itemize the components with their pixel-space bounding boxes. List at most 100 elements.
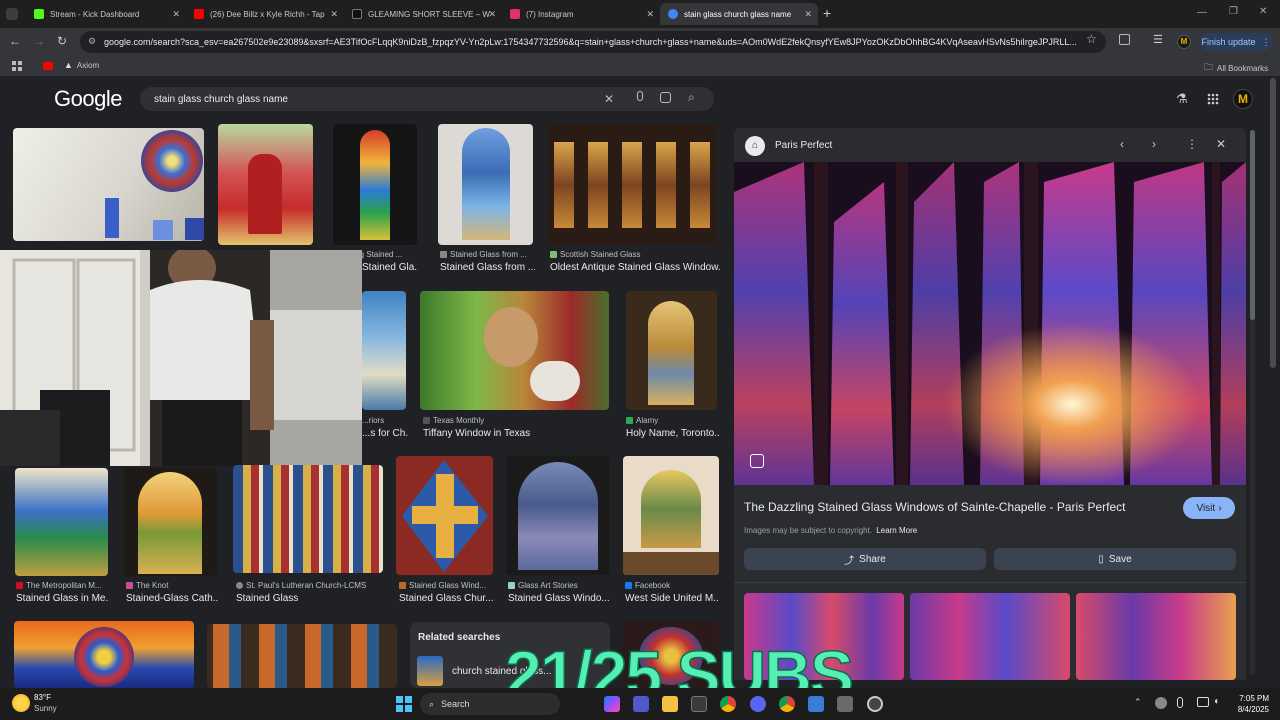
more-options-icon[interactable]: ⋮ <box>1186 137 1198 151</box>
extensions-icon[interactable] <box>1119 34 1130 45</box>
youtube-bookmark-icon[interactable] <box>43 62 53 70</box>
result-source[interactable]: St. Paul's Lutheran Church-LCMS <box>236 581 384 590</box>
temperature[interactable]: 83°F <box>34 693 51 702</box>
volume-icon[interactable]: ◖ <box>1213 696 1219 707</box>
page-scrollbar-thumb[interactable] <box>1270 78 1276 368</box>
search-input[interactable]: stain glass church glass name <box>154 94 288 105</box>
tab-youtube[interactable]: (26) Dee Billz x Kyle Richh - Tap ✕ <box>186 3 344 25</box>
panel-site-name[interactable]: Paris Perfect <box>775 140 832 151</box>
close-icon[interactable]: ✕ <box>804 9 812 20</box>
next-arrow-icon[interactable]: › <box>1152 137 1156 151</box>
clear-search-icon[interactable]: ✕ <box>604 92 614 106</box>
teams-icon[interactable] <box>633 696 649 712</box>
google-apps-icon[interactable] <box>1207 93 1219 105</box>
close-icon[interactable]: ✕ <box>330 9 338 20</box>
result-image-13[interactable] <box>506 456 609 575</box>
result-image-10[interactable] <box>124 468 217 576</box>
tab-kick[interactable]: Stream - Kick Dashboard ✕ <box>26 3 186 25</box>
chrome-profile-icon[interactable] <box>779 696 795 712</box>
result-title[interactable]: Stained Gla... <box>362 262 418 273</box>
store-icon[interactable] <box>691 696 707 712</box>
calculator-icon[interactable] <box>837 696 853 712</box>
result-title[interactable]: Holy Name, Toronto... <box>626 428 720 439</box>
taskbar-search-box[interactable]: ⌕ Search <box>420 693 560 715</box>
result-source[interactable]: Facebook <box>625 581 719 590</box>
minimize-button[interactable]: — <box>1197 7 1207 18</box>
result-image-3[interactable] <box>333 124 417 245</box>
result-image-15[interactable] <box>14 621 194 688</box>
obs-icon[interactable] <box>867 696 883 712</box>
result-title[interactable]: Stained Glass <box>236 593 384 604</box>
result-title[interactable]: West Side United M... <box>625 593 719 604</box>
result-source[interactable]: Alamy <box>626 416 720 425</box>
url-bar[interactable]: ⚙ google.com/search?sca_esv=ea267502e9e2… <box>80 31 1106 53</box>
close-icon[interactable]: ✕ <box>646 9 654 20</box>
result-title[interactable]: Stained Glass in Me... <box>16 593 108 604</box>
result-title[interactable]: Oldest Antique Stained Glass Window... <box>550 262 720 273</box>
panel-scrollbar-thumb[interactable] <box>1250 130 1255 320</box>
bookmark-star-icon[interactable]: ☆ <box>1086 32 1097 46</box>
panel-scrollbar-track[interactable] <box>1250 130 1255 675</box>
close-icon[interactable]: ✕ <box>488 9 496 20</box>
google-logo[interactable]: Google <box>54 86 122 112</box>
copilot-icon[interactable] <box>604 696 620 712</box>
sun-weather-icon[interactable] <box>12 694 30 712</box>
result-source[interactable]: ...riors <box>362 416 408 425</box>
related-image-3[interactable] <box>1076 593 1236 680</box>
preview-main-image[interactable] <box>734 162 1246 485</box>
bookmark-axiom[interactable]: ▲ Axiom <box>64 60 99 70</box>
result-image-9[interactable] <box>15 468 108 576</box>
tab-google-active[interactable]: stain glass church glass name ✕ <box>660 3 818 25</box>
result-image-8[interactable] <box>626 291 717 410</box>
profile-avatar[interactable]: M <box>1177 35 1191 49</box>
back-arrow-icon[interactable]: ← <box>9 34 21 48</box>
learn-more-link[interactable]: Learn More <box>876 526 917 535</box>
result-image-1[interactable] <box>13 128 204 241</box>
microphone-tray-icon[interactable] <box>1177 697 1183 708</box>
result-title[interactable]: Stained-Glass Cath... <box>126 593 218 604</box>
result-source[interactable]: Glass Art Stories <box>508 581 610 590</box>
result-title[interactable]: Stained Glass from ... <box>440 262 535 273</box>
result-source[interactable]: Stained Glass from ... <box>440 250 535 259</box>
result-title[interactable]: Stained Glass Chur... <box>399 593 493 604</box>
site-info-icon[interactable]: ⚙ <box>88 36 96 47</box>
labs-flask-icon[interactable]: ⚗ <box>1176 91 1188 107</box>
related-thumbnail[interactable] <box>417 656 443 686</box>
tab-search-button[interactable] <box>6 8 18 20</box>
discord-icon[interactable] <box>750 696 766 712</box>
forward-arrow-icon[interactable]: → <box>33 34 45 48</box>
window-close-button[interactable]: ✕ <box>1259 6 1267 17</box>
close-icon[interactable]: ✕ <box>172 9 180 20</box>
result-title[interactable]: ...s for Ch... <box>362 428 408 439</box>
result-image-6[interactable] <box>362 291 406 410</box>
result-source[interactable]: The Knot <box>126 581 218 590</box>
all-bookmarks-button[interactable]: 🗀 All Bookmarks <box>1204 60 1268 76</box>
weather-condition[interactable]: Sunny <box>34 704 57 713</box>
apps-grid-icon[interactable] <box>12 61 22 71</box>
result-source[interactable]: The Metropolitan M... <box>16 581 108 590</box>
onedrive-icon[interactable] <box>1155 697 1167 709</box>
file-explorer-icon[interactable] <box>662 696 678 712</box>
maximize-button[interactable]: ❐ <box>1229 6 1238 17</box>
tab-store[interactable]: GLEAMING SHORT SLEEVE – W ✕ <box>344 3 502 25</box>
notepad-icon[interactable] <box>808 696 824 712</box>
close-panel-icon[interactable]: ✕ <box>1216 137 1226 151</box>
result-image-5[interactable] <box>548 124 717 245</box>
display-icon[interactable] <box>1197 697 1209 707</box>
search-box[interactable]: stain glass church glass name ✕ ⌕ <box>140 87 714 111</box>
result-source[interactable]: Texas Monthly <box>423 416 609 425</box>
result-source[interactable]: Scottish Stained Glass <box>550 250 720 259</box>
chrome-icon[interactable] <box>720 696 736 712</box>
lens-search-icon[interactable] <box>750 454 764 468</box>
search-icon[interactable]: ⌕ <box>688 90 695 105</box>
result-title[interactable]: Tiffany Window in Texas <box>423 428 609 439</box>
reload-icon[interactable]: ↻ <box>57 34 67 48</box>
clock-date[interactable]: 8/4/2025 <box>1229 705 1269 714</box>
share-button[interactable]: ⤴ Share <box>744 548 986 570</box>
previous-arrow-icon[interactable]: ‹ <box>1120 137 1124 151</box>
save-button[interactable]: ▯ Save <box>994 548 1236 570</box>
google-account-avatar[interactable]: M <box>1233 89 1253 109</box>
new-tab-button[interactable]: + <box>823 5 831 21</box>
finish-update-button[interactable]: Finish update ⋮ <box>1200 33 1272 51</box>
clock-time[interactable]: 7:05 PM <box>1229 694 1269 703</box>
